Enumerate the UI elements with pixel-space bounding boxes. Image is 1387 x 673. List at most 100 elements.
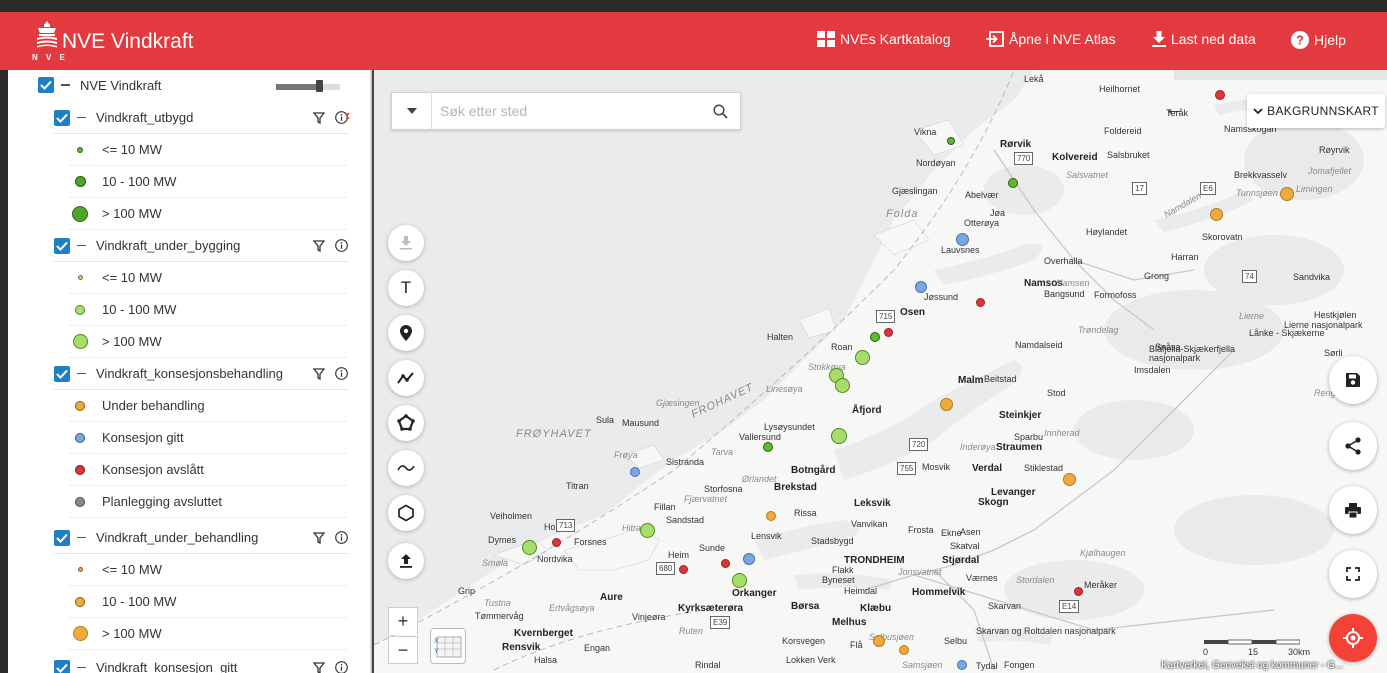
place-label: Grip [458,586,476,596]
wind-marker[interactable] [522,540,537,555]
search-button[interactable] [700,93,740,129]
wind-marker[interactable] [640,523,655,538]
draw-hexagon-button[interactable] [388,495,424,531]
map-attribution[interactable]: Kartverket, Geovekst og kommuner - G... [1161,660,1343,671]
layer-row-under-behandling[interactable]: Vindkraft_under_behandling [54,522,348,554]
wind-marker[interactable] [855,350,870,365]
layer-checkbox[interactable] [54,109,70,126]
filter-icon[interactable] [312,239,326,253]
wind-marker[interactable] [552,538,561,547]
wind-marker[interactable] [870,332,880,342]
wind-marker[interactable] [1280,187,1294,201]
place-label: Lysøysundet [764,422,815,432]
root-layer-checkbox[interactable] [38,77,54,93]
draw-freehand-button[interactable] [388,450,424,486]
help-button[interactable]: ? Hjelp [1291,31,1346,49]
wind-marker[interactable] [976,298,985,307]
my-location-button[interactable] [1329,614,1377,662]
layer-name: Vindkraft_under_behandling [96,530,259,545]
draw-line-button[interactable] [388,360,424,396]
fullscreen-button[interactable] [1329,550,1377,598]
layer-row-konsesjonsbehandling[interactable]: Vindkraft_konsesjonsbehandling [54,358,348,390]
filter-icon[interactable] [312,111,326,125]
layer-row-utbygd[interactable]: Vindkraft_utbygd [54,102,348,134]
opacity-handle[interactable] [316,80,323,92]
filter-icon[interactable] [312,661,326,673]
zoom-out-button[interactable]: − [388,636,418,664]
road-number: 755 [897,462,917,475]
kartkatalog-button[interactable]: NVEs Kartkatalog [817,31,951,47]
save-button[interactable] [1329,356,1377,404]
draw-text-button[interactable]: T [388,270,424,306]
wind-marker[interactable] [940,398,953,411]
wind-marker[interactable] [873,635,885,647]
info-icon[interactable] [334,239,348,253]
opacity-slider[interactable] [276,80,340,92]
place-label: Inderøya [960,442,996,452]
place-label: Skarvan og Roltdalen nasjonalpark [976,626,1116,636]
nve-logo[interactable]: NVE Vindkraft N V E [30,20,194,66]
wind-marker[interactable] [679,565,688,574]
wind-marker[interactable] [915,281,927,293]
open-atlas-button[interactable]: Åpne i NVE Atlas [986,31,1116,47]
info-icon[interactable] [334,531,348,545]
wind-marker[interactable] [630,467,640,477]
wind-marker[interactable] [1215,90,1225,100]
wind-marker[interactable] [1063,473,1076,486]
wind-marker[interactable] [1008,178,1018,188]
wind-marker[interactable] [835,378,850,393]
filter-icon[interactable] [312,367,326,381]
wind-marker[interactable] [956,233,969,246]
tree-dash [77,244,86,247]
share-button[interactable] [1329,422,1377,470]
layer-row-under-bygging[interactable]: Vindkraft_under_bygging [54,230,348,262]
collapse-panel-icon[interactable]: ‹ [345,107,350,125]
export-draw-button[interactable] [388,225,424,261]
place-label: Straumen [996,442,1043,453]
legend-symbol-medium [74,176,86,187]
draw-point-button[interactable] [388,315,424,351]
wind-marker[interactable] [721,559,730,568]
place-label: Overhalla [1044,256,1083,266]
arrow-left-icon[interactable]: ← [1164,98,1184,121]
layer-checkbox[interactable] [54,237,70,254]
wind-marker[interactable] [732,573,747,588]
filter-icon[interactable] [312,531,326,545]
wind-marker[interactable] [899,645,909,655]
layer-row-konsesjon-gitt[interactable]: Vindkraft_konsesjon_gitt [54,652,348,673]
download-data-button[interactable]: Last ned data [1152,31,1256,47]
layer-checkbox[interactable] [54,365,70,382]
wind-marker[interactable] [743,553,755,565]
background-map-button[interactable]: BAKGRUNNSKART [1247,94,1385,128]
road-number: E39 [710,616,731,629]
wind-marker[interactable] [766,511,776,521]
legend-symbol-small [77,567,83,572]
layer-checkbox[interactable] [54,529,70,546]
kartkatalog-label: NVEs Kartkatalog [840,31,951,47]
legend-item: <= 10 MW [68,554,348,586]
wind-marker[interactable] [884,328,893,337]
map-legend-button[interactable]: X Y [430,628,466,664]
place-label: Sandvika [1293,272,1331,282]
print-button[interactable] [1329,486,1377,534]
wind-marker[interactable] [763,442,773,452]
road-number: 770 [1014,152,1034,165]
zoom-in-button[interactable]: + [388,607,418,635]
sea-label: Folda [886,208,919,220]
wind-marker[interactable] [947,137,955,145]
wind-marker[interactable] [831,428,847,444]
wind-marker[interactable] [1074,587,1083,596]
info-icon[interactable] [334,367,348,381]
wind-marker[interactable] [957,660,967,670]
search-input[interactable] [440,101,700,121]
draw-polygon-button[interactable] [388,405,424,441]
svg-text:X: X [434,638,439,645]
map-view[interactable]: FRØYHAVET FROHAVET Folda Halten TRONDHEI… [372,70,1387,673]
save-icon [1346,373,1360,387]
place-label: Asen [960,527,981,537]
upload-button[interactable] [388,543,424,579]
layer-checkbox[interactable] [54,659,70,673]
search-dropdown-button[interactable] [392,93,432,129]
wind-marker[interactable] [1210,208,1223,221]
info-icon[interactable] [334,661,348,673]
